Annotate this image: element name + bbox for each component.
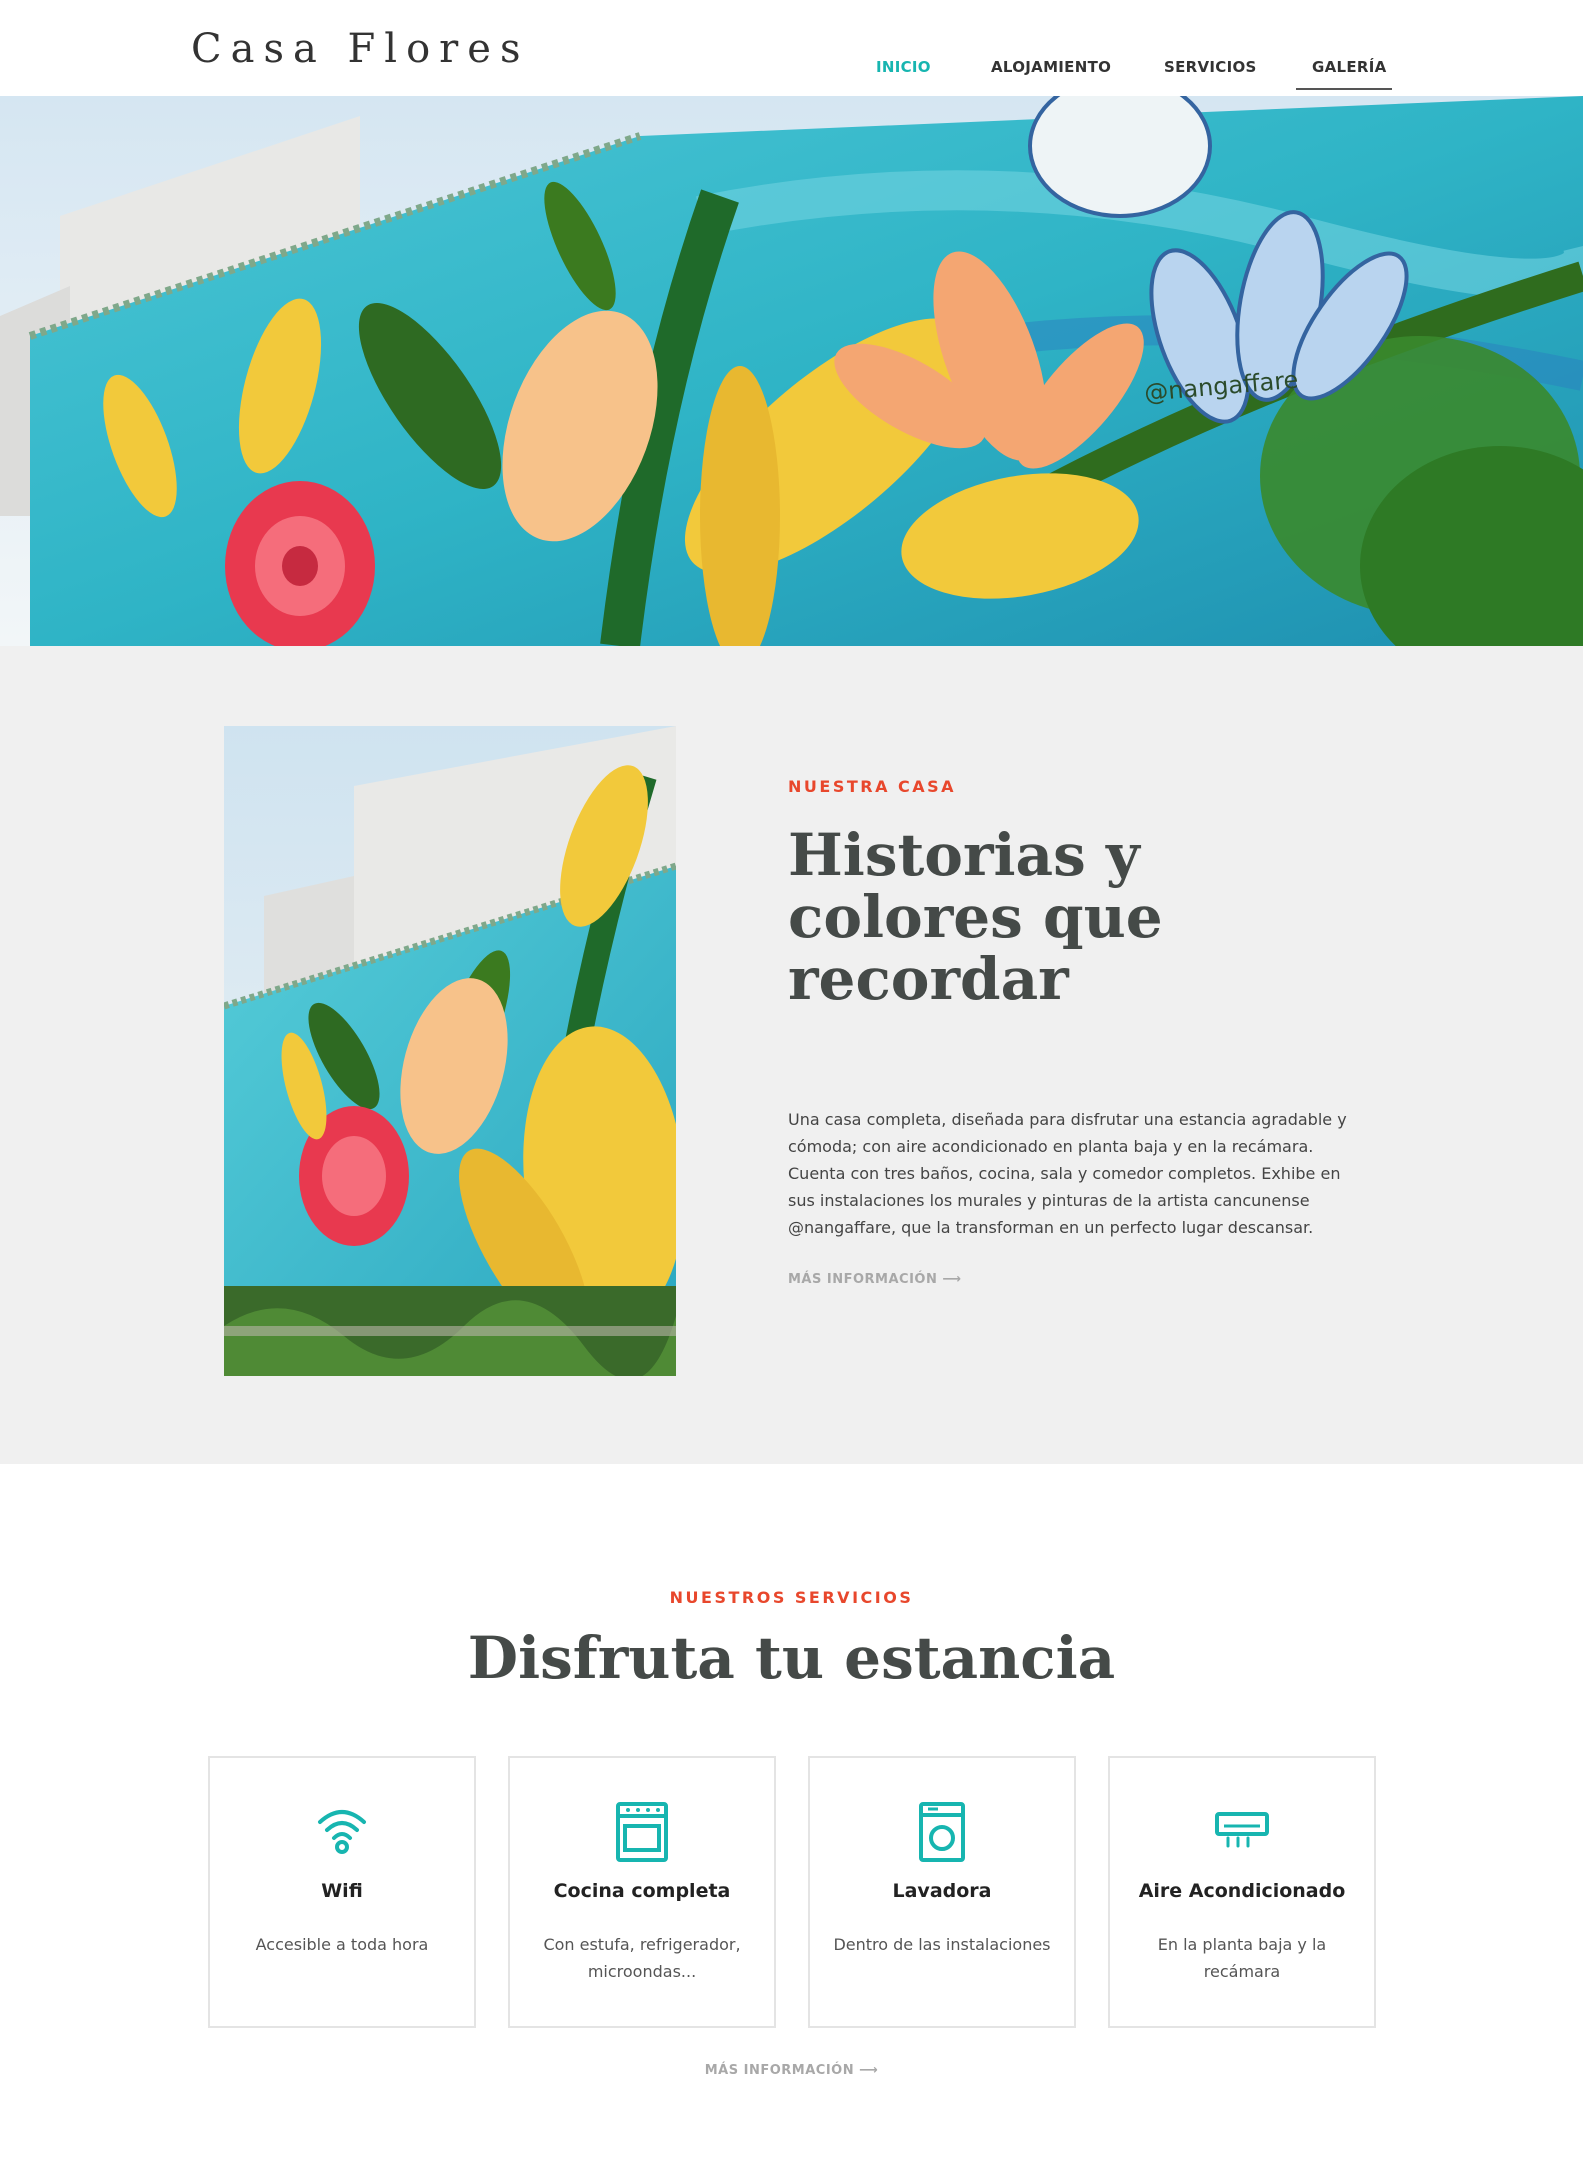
about-image bbox=[224, 726, 676, 1376]
washing-machine-icon bbox=[810, 1802, 1074, 1862]
nav-underline bbox=[1296, 88, 1392, 90]
service-card-wifi: Wifi Accesible a toda hora bbox=[208, 1756, 476, 2028]
about-section: NUESTRA CASA Historias y colores que rec… bbox=[0, 646, 1583, 1464]
about-description: Una casa completa, diseñada para disfrut… bbox=[788, 1110, 1347, 1237]
nav-item-inicio[interactable]: INICIO bbox=[876, 58, 931, 76]
about-more-info-link[interactable]: MÁS INFORMACIÓN ⟶ bbox=[788, 1272, 962, 1287]
service-card-description: Con estufa, refrigerador, microondas... bbox=[543, 1935, 741, 1981]
site-header: Casa Flores INICIO ALOJAMIENTO SERVICIOS… bbox=[0, 0, 1583, 96]
services-title: Disfruta tu estancia bbox=[467, 1624, 1116, 1692]
service-card-title: Cocina completa bbox=[553, 1880, 731, 1902]
nav-item-servicios[interactable]: SERVICIOS bbox=[1164, 58, 1257, 76]
service-card-cocina: Cocina completa Con estufa, refrigerador… bbox=[508, 1756, 776, 2028]
service-card-title: Aire Acondicionado bbox=[1138, 1880, 1346, 1902]
about-mural-illustration bbox=[224, 726, 676, 1376]
service-card-aire: Aire Acondicionado En la planta baja y l… bbox=[1108, 1756, 1376, 2028]
service-card-title: Lavadora bbox=[892, 1880, 992, 1902]
stove-icon bbox=[510, 1802, 774, 1862]
about-title: Historias y colores que recordar bbox=[788, 821, 1163, 1013]
main-nav: INICIO ALOJAMIENTO SERVICIOS GALERÍA bbox=[0, 58, 1583, 88]
service-card-description: En la planta baja y la recámara bbox=[1157, 1935, 1327, 1981]
nav-item-galeria[interactable]: GALERÍA bbox=[1312, 58, 1387, 76]
services-more-info-link[interactable]: MÁS INFORMACIÓN ⟶ bbox=[0, 2063, 1583, 2078]
about-eyebrow: NUESTRA CASA bbox=[788, 777, 957, 796]
services-eyebrow: NUESTROS SERVICIOS bbox=[669, 1588, 914, 1607]
hero-mural-illustration: @nangaffare bbox=[0, 96, 1583, 646]
service-card-description: Accesible a toda hora bbox=[255, 1935, 429, 1954]
service-card-title: Wifi bbox=[321, 1880, 363, 1902]
service-card-description: Dentro de las instalaciones bbox=[833, 1935, 1051, 1954]
service-card-lavadora: Lavadora Dentro de las instalaciones bbox=[808, 1756, 1076, 2028]
hero-image: @nangaffare bbox=[0, 96, 1583, 646]
services-section: NUESTROS SERVICIOS Disfruta tu estancia … bbox=[0, 1464, 1583, 2177]
wifi-icon bbox=[210, 1802, 474, 1858]
air-conditioner-icon bbox=[1110, 1802, 1374, 1858]
nav-item-alojamiento[interactable]: ALOJAMIENTO bbox=[991, 58, 1111, 76]
